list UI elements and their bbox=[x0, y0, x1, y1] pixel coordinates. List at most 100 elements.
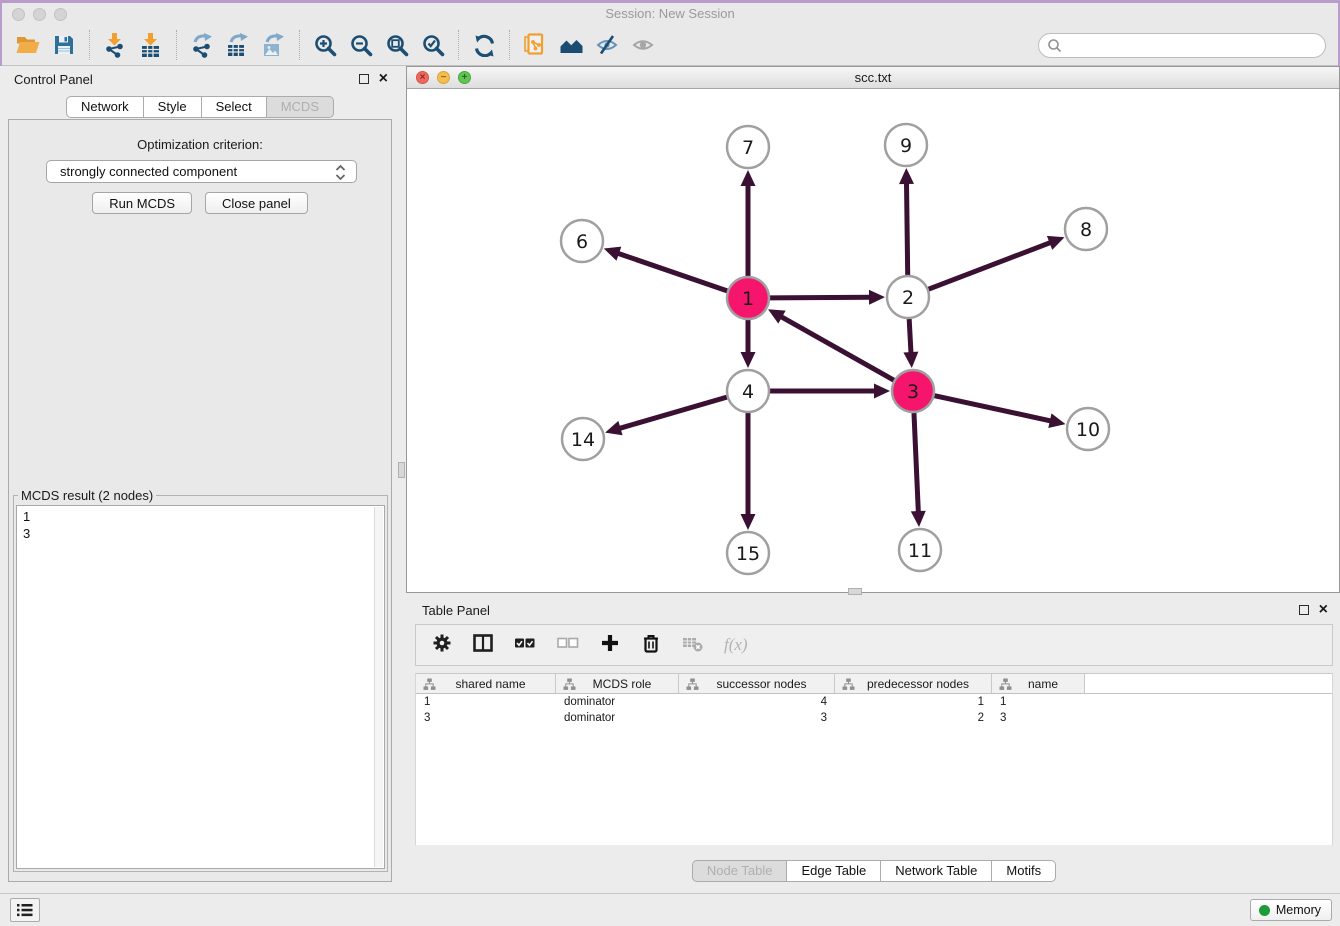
memory-label: Memory bbox=[1276, 903, 1321, 917]
criterion-dropdown[interactable]: strongly connected component bbox=[46, 160, 357, 183]
tab-select[interactable]: Select bbox=[202, 96, 267, 118]
network-window-titlebar[interactable]: × − + scc.txt bbox=[407, 67, 1339, 89]
table-row[interactable]: 3dominator323 bbox=[416, 710, 1332, 726]
zoom-in-icon[interactable] bbox=[307, 28, 343, 62]
graph-node-label: 9 bbox=[900, 135, 912, 157]
graph-edge-2-9[interactable] bbox=[906, 182, 907, 275]
close-panel-icon[interactable]: × bbox=[379, 73, 388, 85]
table-cell: 1 bbox=[416, 696, 556, 708]
export-image-icon[interactable] bbox=[256, 28, 292, 62]
graph-edge-arrowhead bbox=[605, 421, 622, 435]
import-table-icon[interactable] bbox=[133, 28, 169, 62]
toolbar-separator bbox=[509, 30, 510, 60]
tab-edge-table[interactable]: Edge Table bbox=[787, 860, 881, 882]
tab-network[interactable]: Network bbox=[66, 96, 144, 118]
graph-node-label: 8 bbox=[1080, 219, 1092, 241]
graph-edge-3-11[interactable] bbox=[914, 413, 918, 513]
tab-network-table[interactable]: Network Table bbox=[881, 860, 992, 882]
toolbar-separator bbox=[299, 30, 300, 60]
unchecked-boxes-icon[interactable] bbox=[556, 632, 580, 659]
table-tabs: Node TableEdge TableNetwork TableMotifs bbox=[408, 860, 1340, 882]
mcds-panel: Optimization criterion: strongly connect… bbox=[8, 119, 392, 882]
tab-motifs[interactable]: Motifs bbox=[992, 860, 1056, 882]
table-panel: Table Panel × f(x) shared nameMCDS roles… bbox=[408, 597, 1340, 888]
graph-edge-1-2[interactable] bbox=[770, 297, 871, 298]
float-panel-icon[interactable] bbox=[1299, 605, 1309, 615]
search-input[interactable] bbox=[1038, 33, 1326, 58]
toolbar-separator bbox=[458, 30, 459, 60]
horizontal-splitter-handle[interactable] bbox=[848, 588, 862, 595]
toolbar-separator bbox=[89, 30, 90, 60]
gear-icon[interactable] bbox=[431, 632, 453, 659]
mcds-result-textarea[interactable]: 1 3 bbox=[16, 505, 385, 869]
eye-icon[interactable] bbox=[625, 28, 661, 62]
column-header-shared-name[interactable]: shared name bbox=[416, 674, 556, 693]
plus-icon[interactable] bbox=[599, 632, 621, 659]
table-toolbar: f(x) bbox=[415, 624, 1333, 666]
node-table[interactable]: shared nameMCDS rolesuccessor nodesprede… bbox=[415, 673, 1333, 845]
zoom-out-icon[interactable] bbox=[343, 28, 379, 62]
run-mcds-button[interactable]: Run MCDS bbox=[92, 192, 192, 214]
function-icon: f(x) bbox=[724, 635, 748, 655]
criterion-value: strongly connected component bbox=[60, 164, 237, 179]
export-network-icon[interactable] bbox=[184, 28, 220, 62]
graph-edge-1-6[interactable] bbox=[617, 253, 727, 291]
export-table-icon[interactable] bbox=[220, 28, 256, 62]
column-header-MCDS-role[interactable]: MCDS role bbox=[556, 674, 679, 693]
tab-mcds[interactable]: MCDS bbox=[267, 96, 334, 118]
eye-slash-icon[interactable] bbox=[589, 28, 625, 62]
column-header-predecessor-nodes[interactable]: predecessor nodes bbox=[835, 674, 992, 693]
graph-node-label: 1 bbox=[742, 288, 754, 310]
table-header: shared nameMCDS rolesuccessor nodesprede… bbox=[416, 673, 1332, 694]
import-network-icon[interactable] bbox=[97, 28, 133, 62]
graph-edge-arrowhead bbox=[1048, 413, 1065, 428]
vertical-splitter-handle[interactable] bbox=[398, 462, 405, 478]
memory-status-icon bbox=[1259, 905, 1270, 916]
checked-boxes-icon[interactable] bbox=[513, 632, 537, 659]
table-cell: 2 bbox=[835, 712, 992, 724]
column-header-name[interactable]: name bbox=[992, 674, 1085, 693]
close-panel-icon[interactable]: × bbox=[1319, 604, 1328, 616]
graph-edge-arrowhead bbox=[874, 384, 890, 399]
zoom-selected-icon[interactable] bbox=[415, 28, 451, 62]
window-title: Session: New Session bbox=[2, 3, 1338, 25]
float-panel-icon[interactable] bbox=[359, 74, 369, 84]
save-icon[interactable] bbox=[46, 28, 82, 62]
graph-edge-arrowhead bbox=[604, 247, 622, 261]
graph-edge-3-1[interactable] bbox=[780, 316, 894, 380]
graph-edge-2-8[interactable] bbox=[929, 242, 1052, 289]
task-history-button[interactable] bbox=[10, 898, 40, 922]
folder-open-icon[interactable] bbox=[10, 28, 46, 62]
table-delete-icon bbox=[681, 632, 705, 659]
trash-icon[interactable] bbox=[640, 632, 662, 659]
table-cell: 1 bbox=[992, 696, 1085, 708]
columns-icon[interactable] bbox=[472, 632, 494, 659]
network-graph: 7968124314101511 bbox=[407, 89, 1339, 592]
mcds-result-text: 1 3 bbox=[17, 506, 384, 544]
refresh-icon[interactable] bbox=[466, 28, 502, 62]
mcds-result-legend: MCDS result (2 nodes) bbox=[18, 488, 156, 503]
status-bar: Memory bbox=[0, 893, 1340, 926]
houses-icon[interactable] bbox=[553, 28, 589, 62]
graph-edge-arrowhead bbox=[741, 514, 756, 530]
graph-edge-4-14[interactable] bbox=[619, 397, 727, 429]
graph-edge-3-10[interactable] bbox=[934, 396, 1051, 421]
graph-node-label: 2 bbox=[902, 287, 914, 309]
graph-edge-arrowhead bbox=[903, 352, 918, 368]
document-share-icon[interactable] bbox=[517, 28, 553, 62]
tab-node-table[interactable]: Node Table bbox=[692, 860, 788, 882]
memory-button[interactable]: Memory bbox=[1250, 899, 1332, 921]
column-header-successor-nodes[interactable]: successor nodes bbox=[679, 674, 835, 693]
table-cell: 3 bbox=[416, 712, 556, 724]
graph-edge-2-3[interactable] bbox=[909, 319, 911, 354]
table-cell: 3 bbox=[992, 712, 1085, 724]
table-cell: dominator bbox=[556, 696, 679, 708]
network-canvas[interactable]: 7968124314101511 bbox=[407, 89, 1339, 592]
control-panel: Control Panel × NetworkStyleSelectMCDS O… bbox=[0, 66, 400, 883]
table-row[interactable]: 1dominator411 bbox=[416, 694, 1332, 710]
tab-style[interactable]: Style bbox=[144, 96, 202, 118]
table-cell: 4 bbox=[679, 696, 835, 708]
zoom-fit-icon[interactable] bbox=[379, 28, 415, 62]
result-scrollbar[interactable] bbox=[374, 507, 383, 867]
close-panel-button[interactable]: Close panel bbox=[205, 192, 308, 214]
